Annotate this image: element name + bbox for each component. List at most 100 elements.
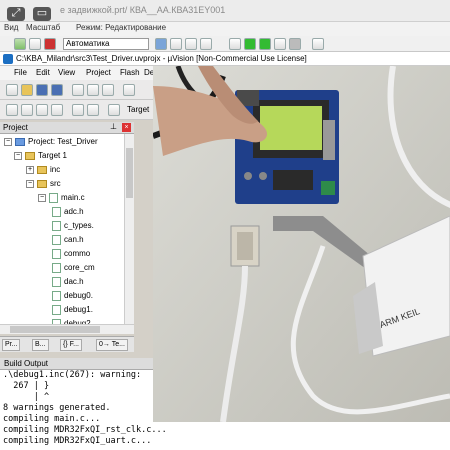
outer-toolbar-button[interactable]: [274, 37, 286, 50]
expander-icon[interactable]: −: [4, 137, 12, 146]
tree-file-item[interactable]: core_cm: [52, 261, 95, 275]
expander-icon[interactable]: −: [38, 193, 46, 202]
outer-toolbar-button[interactable]: [200, 37, 212, 50]
copy-icon[interactable]: [87, 83, 99, 96]
menu-flash[interactable]: Flash: [120, 68, 140, 77]
outer-toolbar-button[interactable]: [155, 37, 167, 50]
tree-item-label: dac.h: [64, 277, 84, 286]
tree-item-label: c_types.: [64, 221, 94, 230]
video-overlay: ARM KEIL: [153, 66, 450, 422]
file-icon: [52, 290, 61, 301]
expander-icon[interactable]: +: [26, 165, 34, 174]
build-icon[interactable]: [21, 103, 33, 116]
outer-menu-item[interactable]: Масштаб: [26, 23, 60, 32]
menu-view[interactable]: View: [58, 68, 75, 77]
scrollbar-thumb[interactable]: [126, 148, 133, 198]
tree-file-item[interactable]: debug1.: [52, 303, 93, 317]
outer-toolbar-button[interactable]: [259, 37, 271, 50]
tree-item-label: main.c: [61, 193, 85, 202]
tree-folder-item[interactable]: − Target 1: [14, 149, 67, 163]
tree-file-item[interactable]: commo: [52, 247, 90, 261]
board-photo: ARM KEIL: [153, 66, 450, 422]
tree-file-item[interactable]: debug2.: [52, 317, 93, 324]
tree-item-label: adc.h: [64, 207, 84, 216]
save-icon[interactable]: [36, 83, 48, 96]
build-line: compiling MDR32FxQI_uart.c...: [3, 436, 152, 446]
outer-toolbar-button[interactable]: [312, 37, 324, 50]
translate-icon[interactable]: [6, 103, 18, 116]
save-all-icon[interactable]: [51, 83, 63, 96]
file-icon: [52, 206, 61, 217]
pin-icon[interactable]: ⊥: [110, 122, 117, 131]
outer-toolbar-button[interactable]: [170, 37, 182, 50]
project-horizontal-scrollbar[interactable]: [0, 324, 134, 334]
outer-toolbar-button[interactable]: [229, 37, 241, 50]
build-output-title: Build Output: [4, 359, 49, 368]
file-icon: [52, 220, 61, 231]
new-file-icon[interactable]: [6, 83, 18, 96]
menu-project[interactable]: Project: [86, 68, 111, 77]
pip-icon[interactable]: ▭: [33, 7, 51, 21]
expander-icon[interactable]: −: [14, 151, 22, 160]
outer-app-toolbar: Автоматика: [0, 36, 450, 52]
outer-app-titlebar: е задвижкой.prt/ КВА__АА.КВА31ЕY001: [0, 0, 450, 22]
folder-icon: [37, 165, 47, 174]
file-icon: [52, 276, 61, 287]
tree-item-label: Target 1: [38, 151, 67, 160]
tab-functions[interactable]: {} F...: [60, 339, 82, 351]
menu-file[interactable]: File: [14, 68, 27, 77]
tree-folder-item[interactable]: + inc: [26, 163, 60, 177]
tab-books[interactable]: B...: [32, 339, 49, 351]
outer-toolbar-button[interactable]: [44, 37, 56, 50]
tree-file-item[interactable]: can.h: [52, 233, 84, 247]
project-panel-title: Project: [3, 123, 28, 132]
project-panel-tabs: Pr... B... {} F... 0→ Te...: [0, 336, 134, 352]
folder-icon: [15, 137, 25, 146]
tree-item-label: debug1.: [64, 305, 93, 314]
project-panel-header: Project ⊥ ×: [0, 122, 134, 134]
tree-file-item[interactable]: c_types.: [52, 219, 94, 233]
tree-item-label: core_cm: [64, 263, 95, 272]
project-vertical-scrollbar[interactable]: [124, 134, 134, 324]
expand-icon[interactable]: ⤢: [7, 7, 25, 21]
scrollbar-thumb[interactable]: [10, 326, 100, 333]
menu-edit[interactable]: Edit: [36, 68, 50, 77]
download-icon[interactable]: [87, 103, 99, 116]
close-icon[interactable]: ×: [122, 123, 131, 132]
outer-toolbar-button[interactable]: [14, 37, 26, 50]
tree-file-item[interactable]: dac.h: [52, 275, 84, 289]
tab-templates[interactable]: 0→ Te...: [96, 339, 128, 351]
uvision-title: C:\KBA_Milandr\src3\Test_Driver.uvprojx …: [16, 54, 307, 63]
file-icon: [52, 248, 61, 259]
cut-icon[interactable]: [72, 83, 84, 96]
tree-file-item[interactable]: debug0.: [52, 289, 93, 303]
outer-app-title: е задвижкой.prt/ КВА__АА.КВА31ЕY001: [60, 5, 226, 15]
tree-item-label: src: [50, 179, 61, 188]
outer-mode-combo[interactable]: Автоматика: [63, 37, 149, 50]
batch-build-icon[interactable]: [51, 103, 63, 116]
outer-toolbar-button[interactable]: [185, 37, 197, 50]
tree-item-label: inc: [50, 165, 61, 174]
folder-icon: [37, 179, 47, 188]
paste-icon[interactable]: [102, 83, 114, 96]
tree-folder-item[interactable]: − Project: Test_Driver: [4, 135, 98, 149]
target-label: Target: [127, 105, 150, 114]
play-icon[interactable]: [244, 37, 256, 50]
outer-menu-item[interactable]: Режим: Редактирование: [76, 23, 166, 32]
expander-icon[interactable]: −: [26, 179, 34, 188]
tree-file-item[interactable]: − main.c: [38, 191, 85, 205]
undo-icon[interactable]: [123, 83, 135, 96]
tree-file-item[interactable]: adc.h: [52, 205, 84, 219]
tree-folder-item[interactable]: − src: [26, 177, 61, 191]
dev-board: [235, 90, 339, 204]
rebuild-icon[interactable]: [36, 103, 48, 116]
file-icon: [52, 304, 61, 315]
tab-project[interactable]: Pr...: [2, 339, 21, 351]
load-icon[interactable]: [108, 103, 120, 116]
outer-menu-item[interactable]: Вид: [4, 23, 18, 32]
stop-build-icon[interactable]: [72, 103, 84, 116]
open-file-icon[interactable]: [21, 83, 33, 96]
outer-toolbar-button[interactable]: [29, 37, 41, 50]
stop-icon[interactable]: [289, 37, 301, 50]
tree-item-label: Project: Test_Driver: [28, 137, 98, 146]
